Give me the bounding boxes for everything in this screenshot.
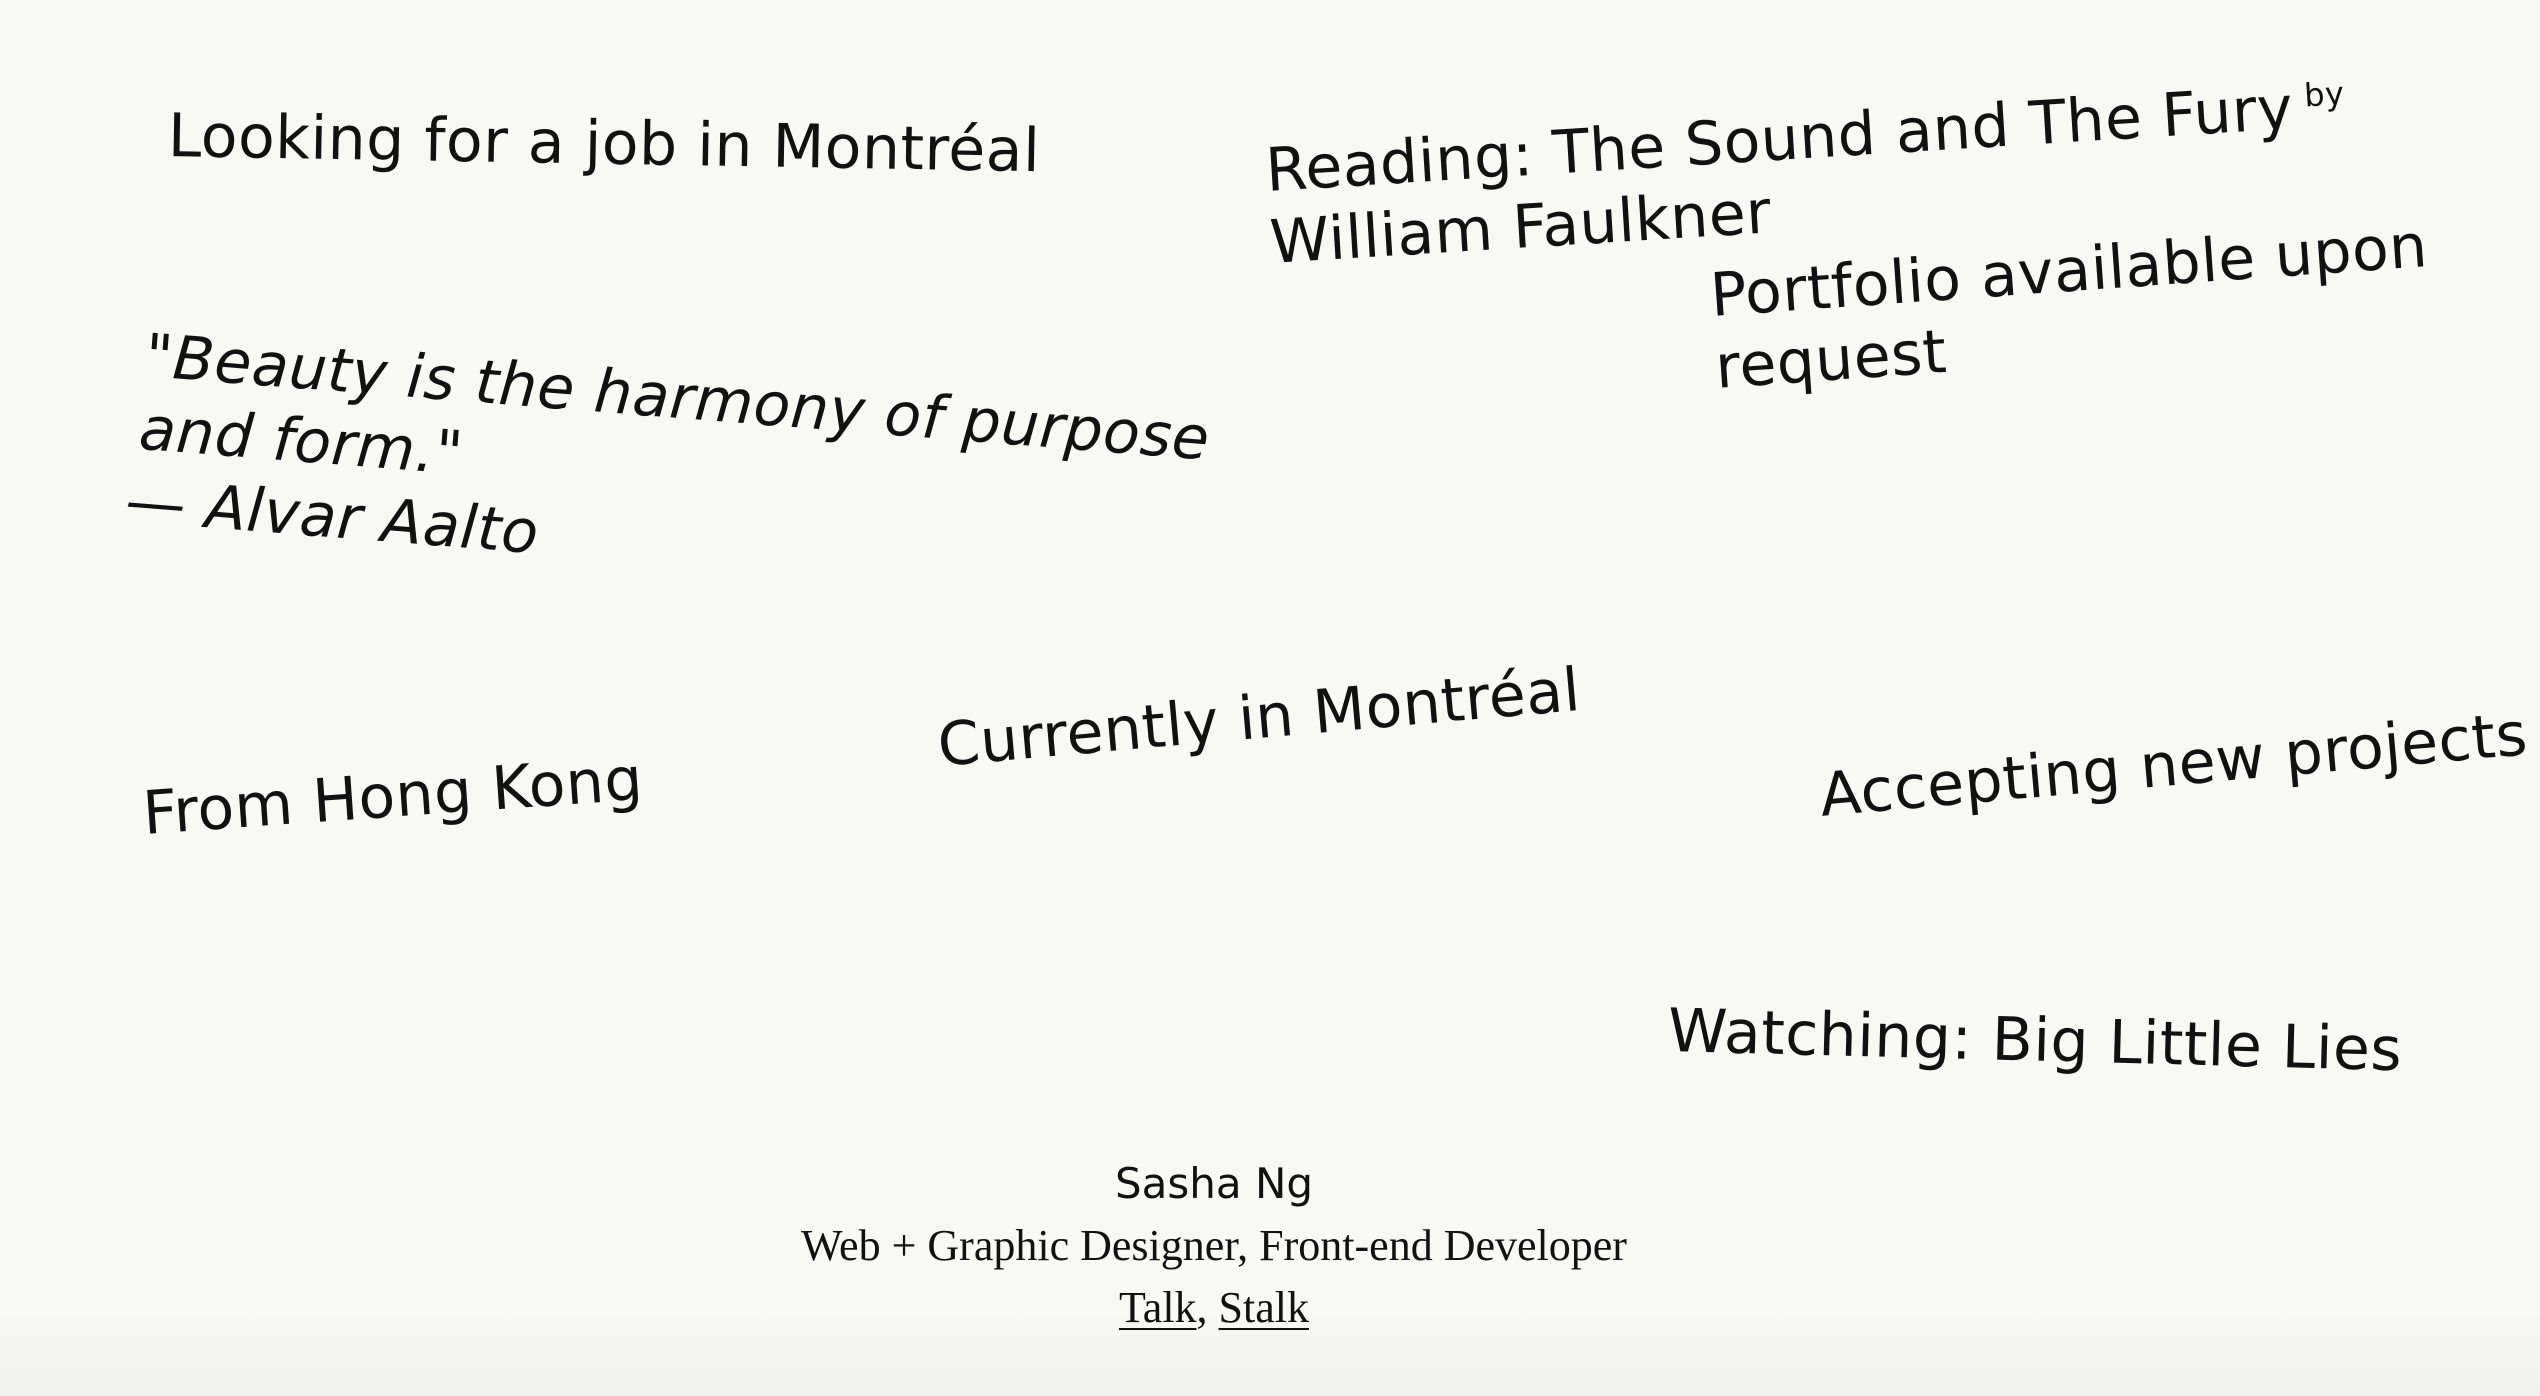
link-separator: ,: [1196, 1283, 1208, 1332]
availability-note: Accepting new projects: [1816, 699, 2531, 831]
quote-text: "Beauty is the harmony of purpose and fo…: [136, 320, 1213, 490]
quote-author: — Alvar Aalto: [122, 466, 542, 569]
contact-links: Talk, Stalk: [0, 1277, 2428, 1339]
job-status-note: Looking for a job in Montréal: [167, 101, 1041, 187]
stalk-link[interactable]: Stalk: [1219, 1283, 1309, 1332]
portfolio-line-2: request: [1713, 316, 1949, 403]
reading-by: by: [2303, 74, 2346, 115]
footer: Sasha Ng Web + Graphic Designer, Front-e…: [0, 1153, 2428, 1339]
watching-note: Watching: Big Little Lies: [1667, 996, 2404, 1086]
quote: "Beauty is the harmony of purpose and fo…: [123, 320, 1305, 630]
reading-title: Reading: The Sound and The Fury: [1263, 73, 2296, 207]
author-role: Web + Graphic Designer, Front-end Develo…: [801, 1221, 1627, 1270]
talk-link[interactable]: Talk: [1119, 1283, 1197, 1332]
location-note: Currently in Montréal: [934, 654, 1584, 781]
author-name: Sasha Ng: [1114, 1159, 1314, 1208]
page: Looking for a job in Montréal Reading: T…: [0, 0, 2540, 1396]
origin-note: From Hong Kong: [140, 744, 646, 849]
